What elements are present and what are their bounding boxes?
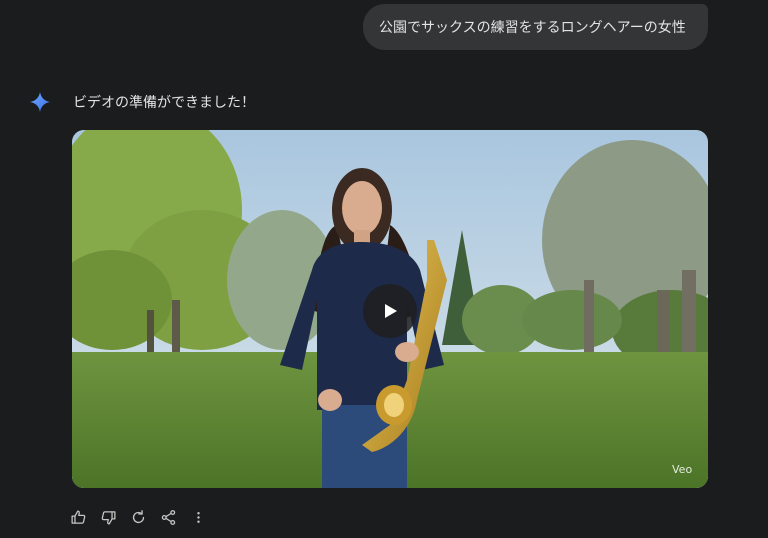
share-icon bbox=[161, 509, 175, 525]
play-button[interactable] bbox=[363, 284, 417, 338]
more-options-button[interactable] bbox=[186, 505, 210, 529]
thumbs-up-button[interactable] bbox=[66, 505, 90, 529]
more-options-icon bbox=[196, 511, 200, 523]
thumbs-down-button[interactable] bbox=[96, 505, 120, 529]
play-icon bbox=[385, 304, 397, 318]
share-button[interactable] bbox=[156, 505, 180, 529]
gemini-spark-icon bbox=[29, 91, 51, 113]
thumbs-up-icon bbox=[70, 509, 85, 524]
regenerate-icon bbox=[132, 509, 144, 523]
assistant-reply: ビデオの準備ができました！ bbox=[73, 95, 255, 111]
regenerate-button[interactable] bbox=[126, 505, 150, 529]
user-prompt-text: 公園でサックスの練習をするロングヘアーの女性 bbox=[379, 20, 686, 36]
veo-watermark: Veo bbox=[672, 463, 693, 476]
user-prompt-bubble: 公園でサックスの練習をするロングヘアーの女性 bbox=[363, 4, 708, 50]
thumbs-down-icon bbox=[101, 510, 116, 525]
response-actions bbox=[66, 505, 210, 529]
